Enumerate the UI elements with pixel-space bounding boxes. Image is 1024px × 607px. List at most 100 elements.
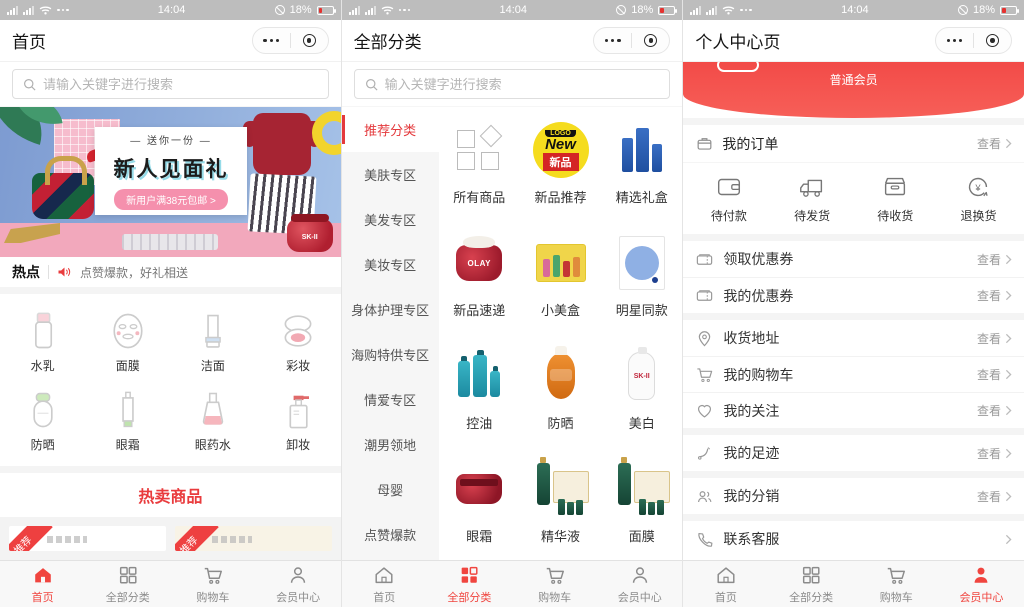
hot-tag: 热点 [12,262,40,282]
status-bar: 14:04 18% [683,0,1024,20]
hot-product-card-2[interactable]: 推荐 [175,526,332,551]
search-input[interactable] [385,77,661,92]
menu-item-get-coupons[interactable]: 领取优惠券 查看 [683,241,1024,277]
tab-cart[interactable]: 购物车 [170,561,255,607]
sidebar-item-hair[interactable]: 美发专区 [342,197,439,242]
category-item-makeup[interactable]: 彩妆 [256,300,341,379]
more-button[interactable] [253,28,290,53]
tab-categories[interactable]: 全部分类 [427,561,512,607]
menu-item-address[interactable]: 收货地址 查看 [683,320,1024,356]
menu-item-footprints[interactable]: 我的足迹 查看 [683,435,1024,471]
search-input[interactable] [43,77,319,92]
hot-news-bar[interactable]: 热点 点赞爆款，好礼相送 [0,257,341,287]
menu-item-distribution[interactable]: 我的分销 查看 [683,478,1024,514]
cellular-signal2-icon [706,6,717,15]
grid-item-beauty-box[interactable]: 小美盒 [520,224,601,337]
sidebar-item-bodycare[interactable]: 身体护理专区 [342,287,439,332]
view-link[interactable]: 查看 [977,402,1012,419]
page-title: 个人中心页 [695,28,780,53]
sidebar-item-love[interactable]: 情爱专区 [342,377,439,422]
star-box-image [619,236,665,290]
sidebar-item-popular[interactable]: 点赞爆款 [342,512,439,557]
grid-item-whitening[interactable]: SK-II 美白 [601,337,682,450]
category-item-sunscreen[interactable]: 防晒 [0,379,85,458]
search-section [342,62,683,107]
menu-item-my-cart[interactable]: 我的购物车 查看 [683,356,1024,392]
exit-button[interactable] [632,28,669,53]
promo-banner[interactable]: SK-II — 送你一份 — 新人见面礼 新用户满38元包邮 > [0,107,341,257]
menu-item-my-coupons[interactable]: 我的优惠券 查看 [683,277,1024,313]
tab-categories[interactable]: 全部分类 [85,561,170,607]
menu-item-customer-service[interactable]: 联系客服 [683,521,1024,557]
target-icon [986,34,999,47]
keyboard-decoration [122,234,218,250]
grid-item-oil-control[interactable]: 控油 [439,337,520,450]
more-button[interactable] [936,28,973,53]
hot-news-text: 点赞爆款，好礼相送 [80,264,188,281]
location-pin-icon [695,329,714,348]
member-level-badge: 普通会员 [683,71,1024,88]
tab-cart[interactable]: 购物车 [854,561,939,607]
status-to-pay[interactable]: 待付款 [687,172,770,224]
grid-item-gift-box[interactable]: 精选礼盒 [601,111,682,224]
status-refund[interactable]: ¥ 退换货 [937,172,1020,224]
search-box[interactable] [354,69,671,99]
grid-item-all-goods[interactable]: 所有商品 [439,111,520,224]
tab-categories[interactable]: 全部分类 [769,561,854,607]
tab-cart[interactable]: 购物车 [512,561,597,607]
grid-item-new-arrivals[interactable]: LOGO New 新品 新品推荐 [520,111,601,224]
tab-member[interactable]: 会员中心 [256,561,341,607]
grid-item-star-pick[interactable]: 明星同款 [601,224,682,337]
view-link[interactable] [1001,534,1012,545]
status-to-ship[interactable]: 待发货 [771,172,854,224]
orders-header[interactable]: 我的订单 查看 [683,125,1024,163]
grid-item-mask[interactable]: 面膜 [601,450,682,560]
view-link[interactable]: 查看 [977,330,1012,347]
menu-item-my-follows[interactable]: 我的关注 查看 [683,392,1024,428]
category-item-eye-drops[interactable]: 眼药水 [170,379,255,458]
cellular-signal2-icon [23,6,34,15]
status-to-receive[interactable]: 待收货 [854,172,937,224]
search-box[interactable] [12,69,329,99]
home-content: SK-II — 送你一份 — 新人见面礼 新用户满38元包邮 > 热点 点赞爆款… [0,62,341,560]
grid-item-serum[interactable]: 精华液 [520,450,601,560]
chevron-right-icon [1005,534,1012,545]
category-item-remover[interactable]: 卸妆 [256,379,341,458]
view-link[interactable]: 查看 [977,251,1012,268]
grid-item-sunscreen[interactable]: 防晒 [520,337,601,450]
hot-product-card-1[interactable]: 推荐 [9,526,166,551]
view-link[interactable]: 查看 [977,445,1012,462]
category-content: 推荐分类 美肤专区 美发专区 美妆专区 身体护理专区 海购特供专区 情爱专区 潮… [342,62,683,560]
nav-bar: 个人中心页 [683,20,1024,62]
tab-home[interactable]: 首页 [683,561,768,607]
grid-item-eye-cream[interactable]: 眼霜 [439,450,520,560]
more-dots-icon [740,9,752,12]
sidebar-item-men[interactable]: 潮男领地 [342,422,439,467]
view-link[interactable]: 查看 [977,287,1012,304]
view-link[interactable]: 查看 [977,488,1012,505]
order-box-icon [695,134,714,153]
category-item-eye-cream[interactable]: 眼霜 [85,379,170,458]
sidebar-item-baby[interactable]: 母婴 [342,467,439,512]
view-link[interactable]: 查看 [977,366,1012,383]
orders-view-link[interactable]: 查看 [977,135,1012,152]
category-item-mask[interactable]: 面膜 [85,300,170,379]
beauty-box-image [536,244,586,282]
category-item-cleanser[interactable]: 洁面 [170,300,255,379]
sidebar-item-skin[interactable]: 美肤专区 [342,152,439,197]
exit-button[interactable] [974,28,1011,53]
chevron-right-icon [1005,491,1012,502]
tab-member[interactable]: 会员中心 [597,561,682,607]
more-button[interactable] [594,28,631,53]
sidebar-item-makeup[interactable]: 美妆专区 [342,242,439,287]
sidebar-item-recommended[interactable]: 推荐分类 [342,107,439,152]
banner-text-card: — 送你一份 — 新人见面礼 新用户满38元包邮 > [95,127,247,215]
tab-home[interactable]: 首页 [342,561,427,607]
exit-button[interactable] [291,28,328,53]
grid-item-new-express[interactable]: OLAY 新品速递 [439,224,520,337]
tab-home[interactable]: 首页 [0,561,85,607]
category-item-toner[interactable]: 水乳 [0,300,85,379]
banner-cta-pill[interactable]: 新用户满38元包邮 > [114,189,228,210]
tab-member[interactable]: 会员中心 [939,561,1024,607]
sidebar-item-overseas[interactable]: 海购特供专区 [342,332,439,377]
